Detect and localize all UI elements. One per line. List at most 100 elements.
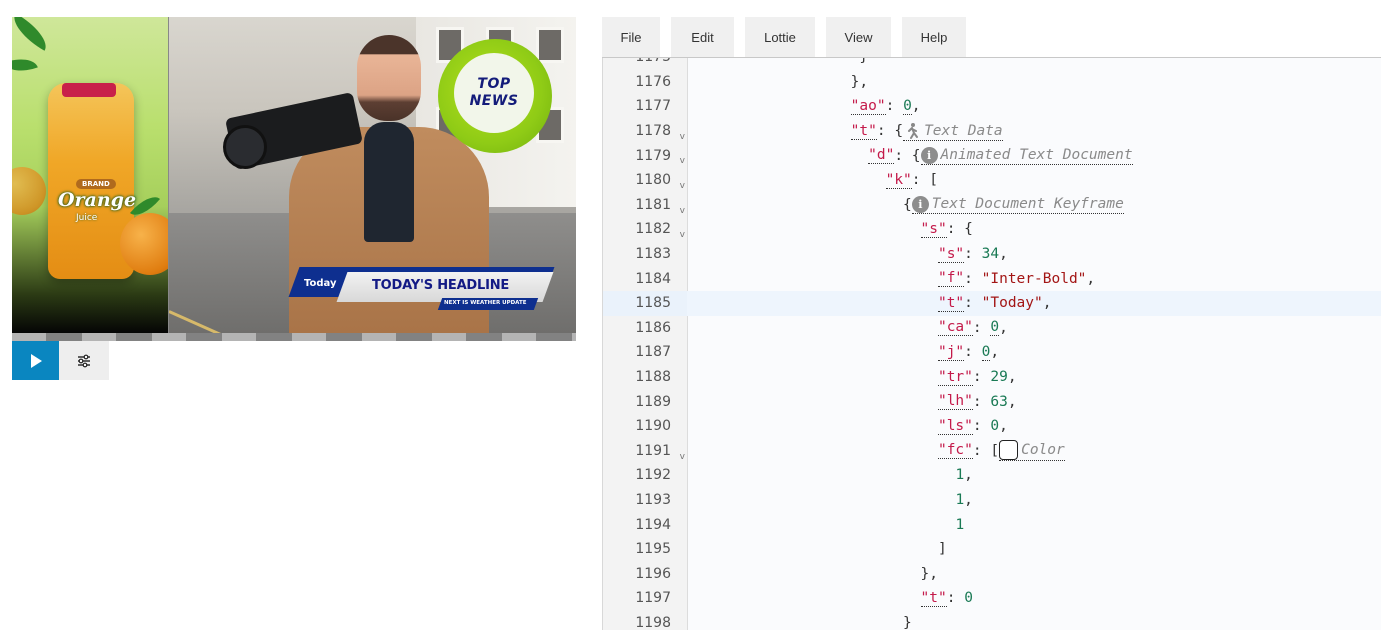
code-line[interactable]: 1181 v{i Text Document Keyframe — [603, 193, 1381, 218]
line-number: 1194 — [603, 512, 687, 537]
code-line[interactable]: 1188 "tr": 29, — [603, 365, 1381, 390]
json-key[interactable]: "k" — [885, 172, 912, 189]
json-punctuation: , — [1042, 295, 1052, 312]
code-line[interactable]: 1178 v "t": {Text Data — [603, 119, 1381, 144]
json-key[interactable]: "t" — [850, 123, 877, 140]
json-punctuation: } — [859, 58, 868, 65]
line-number-text: 1192 — [635, 467, 671, 484]
fold-toggle-icon[interactable]: v — [680, 156, 685, 166]
line-number: 1176 — [603, 70, 687, 95]
line-number-text: 1190 — [635, 418, 671, 435]
json-key[interactable]: "ca" — [937, 319, 973, 337]
type-hint[interactable]: i Text Document Keyframe — [911, 195, 1124, 214]
code-line[interactable]: 1177 "ao": 0, — [603, 94, 1381, 119]
json-key[interactable]: "s" — [920, 221, 947, 238]
fold-toggle-icon[interactable]: v — [680, 132, 685, 142]
sliders-icon — [78, 354, 90, 367]
code-line[interactable]: 1190 "ls": 0, — [603, 414, 1381, 439]
line-number: 1182 v — [603, 217, 687, 242]
code-line[interactable]: 1197 "t": 0 — [603, 586, 1381, 611]
line-number-text: 1183 — [635, 246, 671, 263]
line-number-text: 1197 — [635, 590, 671, 607]
fold-toggle-icon[interactable]: v — [680, 230, 685, 240]
json-punctuation: : { — [946, 221, 973, 238]
fold-toggle-icon[interactable]: v — [680, 452, 685, 462]
json-key[interactable]: "j" — [937, 344, 965, 361]
code-line[interactable]: 1198} — [603, 611, 1381, 630]
json-key[interactable]: "ao" — [850, 98, 886, 115]
animation-preview[interactable]: BRAND Orange Juice TOP NEWS Today TODAY'… — [12, 17, 576, 333]
json-punctuation: , — [911, 98, 921, 115]
timeline-scrubber[interactable] — [12, 333, 576, 341]
code-line[interactable]: 1189 "lh": 63, — [603, 389, 1381, 414]
menu-help[interactable]: Help — [902, 17, 966, 57]
color-hint[interactable]: Color — [999, 440, 1065, 462]
play-button[interactable] — [12, 341, 59, 380]
json-key[interactable]: "ls" — [937, 418, 973, 435]
code-lines: 1175}1176},1177"ao": 0,1178v"t": {Text D… — [603, 58, 1381, 630]
code-line[interactable]: 1187 "j": 0, — [603, 340, 1381, 365]
json-punctuation: : — [972, 418, 991, 435]
code-line[interactable]: 1186 "ca": 0, — [603, 316, 1381, 341]
line-number: 1184 — [603, 266, 687, 291]
json-number[interactable]: 0 — [990, 319, 1000, 337]
color-hint-label: Color — [1021, 442, 1065, 459]
code-line[interactable]: 1175} — [603, 58, 1381, 70]
line-number: 1185 — [603, 290, 687, 316]
json-punctuation: , — [990, 344, 1000, 361]
code-line[interactable]: 1185 "t": "Today", — [603, 290, 1381, 316]
json-punctuation: : — [964, 344, 982, 361]
juice-ad-panel: BRAND Orange Juice — [12, 17, 168, 333]
line-number-text: 1198 — [635, 614, 671, 630]
code-line[interactable]: 1183 "s": 34, — [603, 242, 1381, 267]
json-punctuation: : — [964, 295, 982, 312]
json-key[interactable]: "s" — [937, 246, 965, 263]
json-punctuation: : — [972, 369, 991, 386]
info-icon: i — [911, 195, 929, 213]
menu-file[interactable]: File — [602, 17, 660, 57]
code-content: ] — [687, 537, 947, 562]
line-number: 1187 — [603, 340, 687, 365]
json-key[interactable]: "lh" — [937, 393, 973, 411]
code-line[interactable]: 1192 1, — [603, 463, 1381, 488]
code-content: }, — [687, 70, 868, 95]
json-code-editor[interactable]: 1175}1176},1177"ao": 0,1178v"t": {Text D… — [602, 58, 1381, 630]
fold-toggle-icon[interactable]: v — [680, 181, 685, 191]
code-line[interactable]: 1180 v "k": [ — [603, 168, 1381, 193]
json-punctuation: : { — [876, 123, 904, 140]
type-hint[interactable]: Text Data — [903, 122, 1003, 141]
code-line[interactable]: 1194 1 — [603, 512, 1381, 537]
code-line[interactable]: 1195] — [603, 537, 1381, 562]
menu-lottie[interactable]: Lottie — [745, 17, 815, 57]
json-key[interactable]: "f" — [937, 270, 965, 288]
menu-bar: File Edit Lottie View Help — [602, 17, 966, 57]
code-line[interactable]: 1176}, — [603, 70, 1381, 95]
code-line[interactable]: 1182 v "s": { — [603, 217, 1381, 242]
code-line[interactable]: 1196}, — [603, 561, 1381, 586]
fold-toggle-icon[interactable]: v — [680, 206, 685, 216]
menu-edit[interactable]: Edit — [671, 17, 734, 57]
json-key[interactable]: "fc" — [937, 442, 973, 460]
code-line[interactable]: 1179 v "d": {i Animated Text Document — [603, 143, 1381, 168]
menu-view[interactable]: View — [826, 17, 891, 57]
code-content: "s": 34, — [687, 242, 1008, 267]
lower-third-subline: NEXT IS WEATHER UPDATE — [444, 300, 527, 306]
json-number: 29 — [990, 369, 1008, 386]
line-number-text: 1194 — [635, 516, 671, 533]
color-swatch-icon[interactable] — [999, 440, 1019, 461]
json-number[interactable]: 0 — [903, 98, 912, 115]
json-key[interactable]: "t" — [937, 295, 965, 312]
json-number: 63 — [990, 393, 1008, 410]
json-key[interactable]: "tr" — [937, 369, 973, 386]
line-number: 1192 — [603, 463, 687, 488]
type-hint[interactable]: i Animated Text Document — [920, 146, 1133, 165]
code-line[interactable]: 1184 "f": "Inter-Bold", — [603, 266, 1381, 291]
json-key[interactable]: "d" — [868, 147, 895, 165]
line-number: 1197 — [603, 586, 687, 611]
code-line[interactable]: 1191 v "fc": [Color — [603, 439, 1381, 464]
line-number-text: 1182 — [635, 221, 671, 238]
settings-button[interactable] — [59, 341, 109, 380]
json-key[interactable]: "t" — [920, 590, 947, 607]
json-number[interactable]: 0 — [981, 344, 991, 361]
code-line[interactable]: 1193 1, — [603, 488, 1381, 513]
